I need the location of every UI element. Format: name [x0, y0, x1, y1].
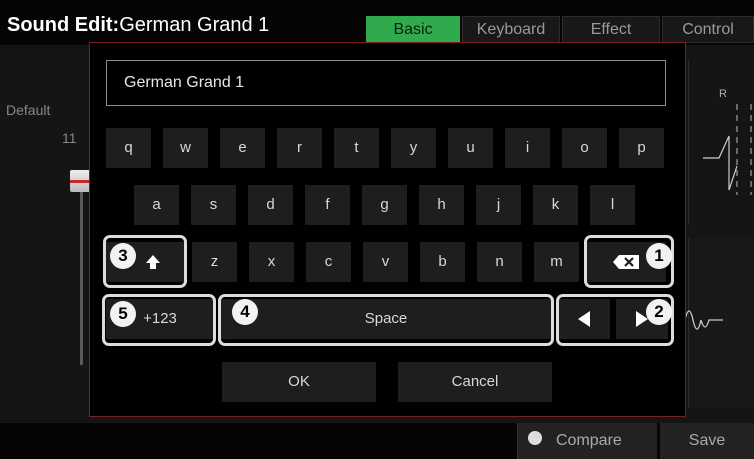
callout-2: 2 — [646, 299, 672, 325]
sound-name-input[interactable] — [106, 60, 666, 106]
key-k[interactable]: k — [533, 185, 578, 225]
key-y[interactable]: y — [391, 128, 436, 168]
waveform-panel — [684, 238, 754, 408]
callout-1: 1 — [646, 243, 672, 269]
key-g[interactable]: g — [362, 185, 407, 225]
header-title-label: Sound Edit: — [7, 14, 120, 36]
key-i[interactable]: i — [505, 128, 550, 168]
volume-slider-track[interactable] — [80, 175, 83, 365]
key-u[interactable]: u — [448, 128, 493, 168]
key-n[interactable]: n — [477, 242, 522, 282]
key-z[interactable]: z — [192, 242, 237, 282]
key-o[interactable]: o — [562, 128, 607, 168]
save-button[interactable]: Save — [660, 423, 754, 459]
key-a[interactable]: a — [134, 185, 179, 225]
key-d[interactable]: d — [248, 185, 293, 225]
callout-4: 4 — [232, 299, 258, 325]
tab-basic[interactable]: Basic — [366, 16, 460, 43]
header-bar: Sound Edit:German Grand 1 Basic Keyboard… — [0, 0, 754, 45]
callout-3: 3 — [110, 243, 136, 269]
key-r[interactable]: r — [277, 128, 322, 168]
key-q[interactable]: q — [106, 128, 151, 168]
callout-frame-space — [218, 294, 554, 346]
header-title-value: German Grand 1 — [119, 14, 270, 36]
waveform-icon — [684, 310, 723, 330]
key-j[interactable]: j — [476, 185, 521, 225]
default-label: Default — [6, 102, 51, 118]
tab-effect[interactable]: Effect — [562, 16, 660, 43]
default-value: 11 — [62, 130, 77, 146]
key-m[interactable]: m — [534, 242, 579, 282]
key-s[interactable]: s — [191, 185, 236, 225]
tab-keyboard[interactable]: Keyboard — [462, 16, 560, 43]
cancel-button[interactable]: Cancel — [398, 362, 552, 402]
compare-indicator-icon — [528, 431, 542, 445]
callout-5: 5 — [110, 301, 136, 327]
key-e[interactable]: e — [220, 128, 265, 168]
key-x[interactable]: x — [249, 242, 294, 282]
key-b[interactable]: b — [420, 242, 465, 282]
key-p[interactable]: p — [619, 128, 664, 168]
ok-button[interactable]: OK — [222, 362, 376, 402]
header-title: Sound Edit:German Grand 1 — [7, 14, 269, 37]
key-v[interactable]: v — [363, 242, 408, 282]
pan-panel: R — [688, 60, 754, 225]
tab-control[interactable]: Control — [662, 16, 754, 43]
key-h[interactable]: h — [419, 185, 464, 225]
envelope-graphic-icon — [703, 104, 752, 195]
key-t[interactable]: t — [334, 128, 379, 168]
key-f[interactable]: f — [305, 185, 350, 225]
key-c[interactable]: c — [306, 242, 351, 282]
key-l[interactable]: l — [590, 185, 635, 225]
key-w[interactable]: w — [163, 128, 208, 168]
